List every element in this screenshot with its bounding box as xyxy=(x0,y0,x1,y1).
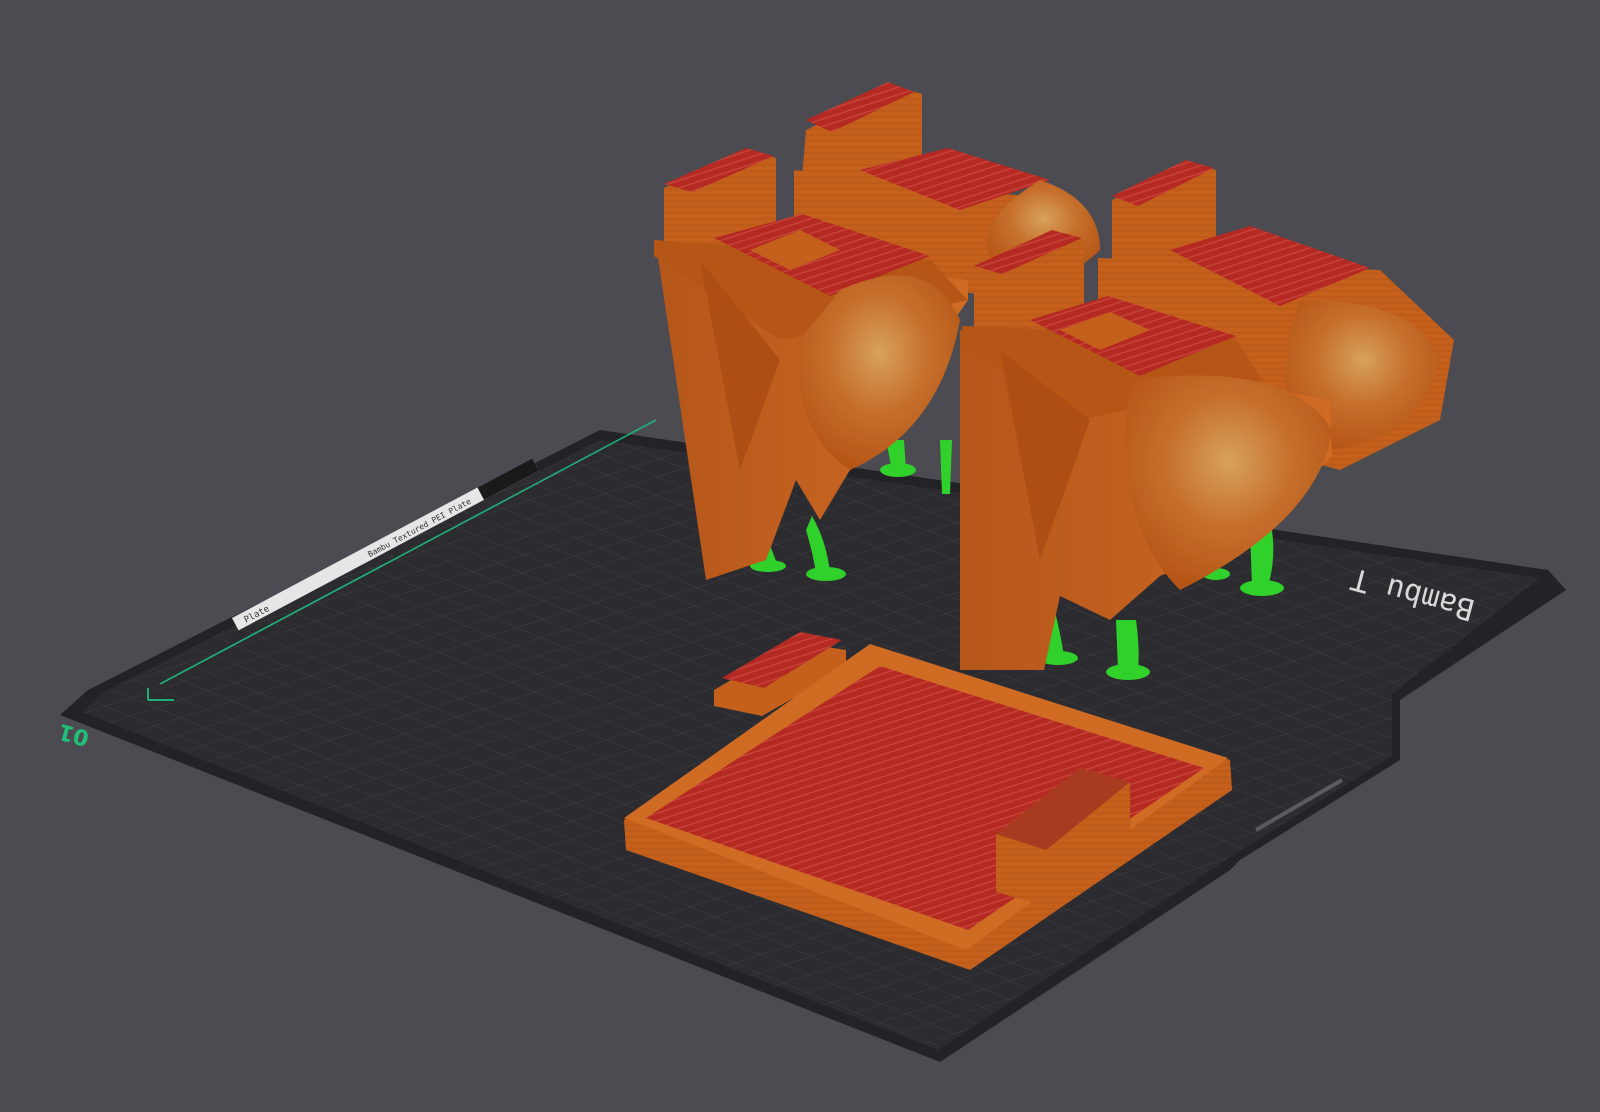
3d-viewport[interactable]: Plate Bambu Textured PEI Plate Bambu T 0… xyxy=(0,0,1600,1112)
scene-canvas[interactable]: Plate Bambu Textured PEI Plate Bambu T 0… xyxy=(0,0,1600,1112)
